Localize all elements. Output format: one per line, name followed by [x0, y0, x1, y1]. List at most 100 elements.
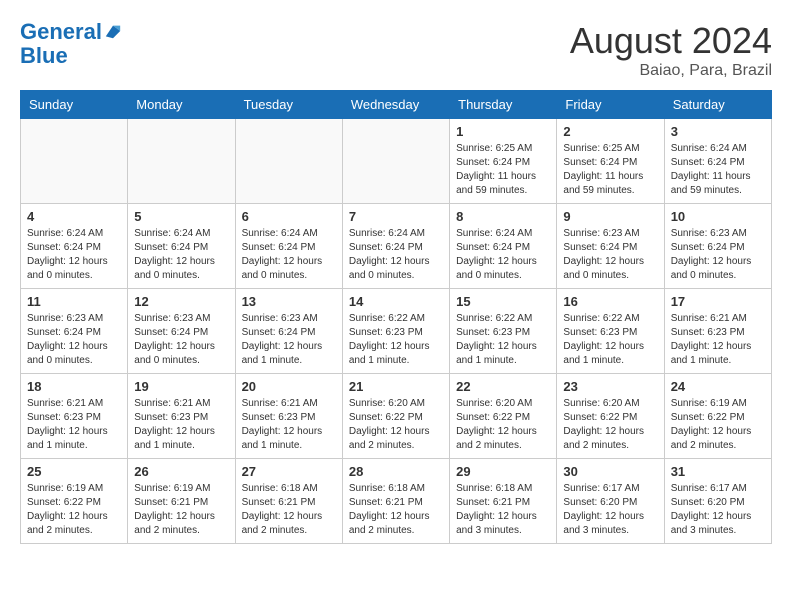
logo-blue-text: Blue [20, 44, 122, 68]
day-number: 10 [671, 209, 765, 224]
day-number: 5 [134, 209, 228, 224]
day-info: Sunrise: 6:25 AMSunset: 6:24 PMDaylight:… [563, 142, 657, 198]
location: Baiao, Para, Brazil [570, 62, 772, 80]
day-info: Sunrise: 6:22 AMSunset: 6:23 PMDaylight:… [349, 312, 443, 368]
calendar-cell: 17Sunrise: 6:21 AMSunset: 6:23 PMDayligh… [664, 289, 771, 374]
day-info: Sunrise: 6:21 AMSunset: 6:23 PMDaylight:… [134, 397, 228, 453]
calendar-cell [235, 119, 342, 204]
day-info: Sunrise: 6:21 AMSunset: 6:23 PMDaylight:… [27, 397, 121, 453]
weekday-header-thursday: Thursday [450, 91, 557, 119]
day-info: Sunrise: 6:23 AMSunset: 6:24 PMDaylight:… [134, 312, 228, 368]
calendar-cell: 3Sunrise: 6:24 AMSunset: 6:24 PMDaylight… [664, 119, 771, 204]
calendar-cell: 21Sunrise: 6:20 AMSunset: 6:22 PMDayligh… [342, 374, 449, 459]
day-info: Sunrise: 6:24 AMSunset: 6:24 PMDaylight:… [456, 227, 550, 283]
day-info: Sunrise: 6:22 AMSunset: 6:23 PMDaylight:… [456, 312, 550, 368]
calendar-cell: 11 Sunrise: 6:23 AMSunset: 6:24 PMDayligh… [21, 289, 128, 374]
weekday-header-tuesday: Tuesday [235, 91, 342, 119]
day-number: 9 [563, 209, 657, 224]
day-number: 7 [349, 209, 443, 224]
day-number: 8 [456, 209, 550, 224]
calendar-cell: 14 Sunrise: 6:22 AMSunset: 6:23 PMDayligh… [342, 289, 449, 374]
week-row-3: 11 Sunrise: 6:23 AMSunset: 6:24 PMDayligh… [21, 289, 772, 374]
day-info: Sunrise: 6:18 AMSunset: 6:21 PMDaylight:… [456, 482, 550, 538]
day-info: Sunrise: 6:23 AMSunset: 6:24 PMDaylight:… [563, 227, 657, 283]
calendar-cell: 9 Sunrise: 6:23 AMSunset: 6:24 PMDaylight… [557, 204, 664, 289]
calendar-cell: 24 Sunrise: 6:19 AMSunset: 6:22 PMDayligh… [664, 374, 771, 459]
calendar-cell: 31 Sunrise: 6:17 AMSunset: 6:20 PMDayligh… [664, 459, 771, 544]
day-info: Sunrise: 6:20 AMSunset: 6:22 PMDaylight:… [456, 397, 550, 453]
week-row-1: 1 Sunrise: 6:25 AMSunset: 6:24 PMDaylight… [21, 119, 772, 204]
day-number: 16 [563, 294, 657, 309]
day-info: Sunrise: 6:22 AMSunset: 6:23 PMDaylight:… [563, 312, 657, 368]
day-number: 29 [456, 464, 550, 479]
calendar-cell: 20 Sunrise: 6:21 AMSunset: 6:23 PMDayligh… [235, 374, 342, 459]
calendar-cell [342, 119, 449, 204]
day-info: Sunrise: 6:24 AMSunset: 6:24 PMDaylight:… [671, 142, 765, 198]
logo: General Blue [20, 20, 122, 68]
day-info: Sunrise: 6:18 AMSunset: 6:21 PMDaylight:… [349, 482, 443, 538]
day-number: 28 [349, 464, 443, 479]
calendar-cell [128, 119, 235, 204]
calendar-cell: 28 Sunrise: 6:18 AMSunset: 6:21 PMDayligh… [342, 459, 449, 544]
calendar-cell: 29 Sunrise: 6:18 AMSunset: 6:21 PMDayligh… [450, 459, 557, 544]
calendar-cell: 26Sunrise: 6:19 AMSunset: 6:21 PMDayligh… [128, 459, 235, 544]
weekday-header-row: SundayMondayTuesdayWednesdayThursdayFrid… [21, 91, 772, 119]
day-info: Sunrise: 6:24 AMSunset: 6:24 PMDaylight:… [349, 227, 443, 283]
day-info: Sunrise: 6:19 AMSunset: 6:22 PMDaylight:… [671, 397, 765, 453]
calendar-cell: 19 Sunrise: 6:21 AMSunset: 6:23 PMDayligh… [128, 374, 235, 459]
weekday-header-sunday: Sunday [21, 91, 128, 119]
day-number: 1 [456, 124, 550, 139]
day-number: 11 [27, 294, 121, 309]
day-info: Sunrise: 6:21 AMSunset: 6:23 PMDaylight:… [242, 397, 336, 453]
calendar-cell: 7 Sunrise: 6:24 AMSunset: 6:24 PMDaylight… [342, 204, 449, 289]
day-number: 19 [134, 379, 228, 394]
calendar-cell: 10Sunrise: 6:23 AMSunset: 6:24 PMDayligh… [664, 204, 771, 289]
day-info: Sunrise: 6:18 AMSunset: 6:21 PMDaylight:… [242, 482, 336, 538]
calendar-cell: 23Sunrise: 6:20 AMSunset: 6:22 PMDayligh… [557, 374, 664, 459]
day-number: 22 [456, 379, 550, 394]
day-number: 24 [671, 379, 765, 394]
day-number: 31 [671, 464, 765, 479]
day-number: 14 [349, 294, 443, 309]
day-info: Sunrise: 6:24 AMSunset: 6:24 PMDaylight:… [242, 227, 336, 283]
day-number: 25 [27, 464, 121, 479]
day-info: Sunrise: 6:23 AMSunset: 6:24 PMDaylight:… [27, 312, 121, 368]
week-row-5: 25 Sunrise: 6:19 AMSunset: 6:22 PMDayligh… [21, 459, 772, 544]
day-info: Sunrise: 6:19 AMSunset: 6:21 PMDaylight:… [134, 482, 228, 538]
day-info: Sunrise: 6:19 AMSunset: 6:22 PMDaylight:… [27, 482, 121, 538]
logo-text: General [20, 20, 102, 44]
day-info: Sunrise: 6:17 AMSunset: 6:20 PMDaylight:… [563, 482, 657, 538]
calendar-cell: 2 Sunrise: 6:25 AMSunset: 6:24 PMDaylight… [557, 119, 664, 204]
day-number: 6 [242, 209, 336, 224]
logo-icon [104, 22, 122, 40]
calendar-cell: 13Sunrise: 6:23 AMSunset: 6:24 PMDayligh… [235, 289, 342, 374]
week-row-2: 4Sunrise: 6:24 AMSunset: 6:24 PMDaylight… [21, 204, 772, 289]
calendar-cell: 25 Sunrise: 6:19 AMSunset: 6:22 PMDayligh… [21, 459, 128, 544]
day-info: Sunrise: 6:21 AMSunset: 6:23 PMDaylight:… [671, 312, 765, 368]
day-number: 20 [242, 379, 336, 394]
calendar-cell: 27 Sunrise: 6:18 AMSunset: 6:21 PMDayligh… [235, 459, 342, 544]
calendar-cell: 8 Sunrise: 6:24 AMSunset: 6:24 PMDaylight… [450, 204, 557, 289]
day-info: Sunrise: 6:24 AMSunset: 6:24 PMDaylight:… [134, 227, 228, 283]
calendar-cell: 5 Sunrise: 6:24 AMSunset: 6:24 PMDaylight… [128, 204, 235, 289]
weekday-header-friday: Friday [557, 91, 664, 119]
calendar-cell: 12Sunrise: 6:23 AMSunset: 6:24 PMDayligh… [128, 289, 235, 374]
day-info: Sunrise: 6:20 AMSunset: 6:22 PMDaylight:… [563, 397, 657, 453]
calendar-cell: 22 Sunrise: 6:20 AMSunset: 6:22 PMDayligh… [450, 374, 557, 459]
weekday-header-wednesday: Wednesday [342, 91, 449, 119]
calendar-cell: 15 Sunrise: 6:22 AMSunset: 6:23 PMDayligh… [450, 289, 557, 374]
day-info: Sunrise: 6:17 AMSunset: 6:20 PMDaylight:… [671, 482, 765, 538]
calendar-cell: 30Sunrise: 6:17 AMSunset: 6:20 PMDayligh… [557, 459, 664, 544]
weekday-header-monday: Monday [128, 91, 235, 119]
day-number: 2 [563, 124, 657, 139]
day-info: Sunrise: 6:20 AMSunset: 6:22 PMDaylight:… [349, 397, 443, 453]
day-number: 18 [27, 379, 121, 394]
header: General Blue August 2024 Baiao, Para, Br… [20, 20, 772, 80]
calendar-cell [21, 119, 128, 204]
calendar-cell: 18 Sunrise: 6:21 AMSunset: 6:23 PMDayligh… [21, 374, 128, 459]
day-number: 27 [242, 464, 336, 479]
title-block: August 2024 Baiao, Para, Brazil [570, 20, 772, 80]
day-info: Sunrise: 6:23 AMSunset: 6:24 PMDaylight:… [242, 312, 336, 368]
calendar-cell: 6 Sunrise: 6:24 AMSunset: 6:24 PMDaylight… [235, 204, 342, 289]
day-number: 15 [456, 294, 550, 309]
